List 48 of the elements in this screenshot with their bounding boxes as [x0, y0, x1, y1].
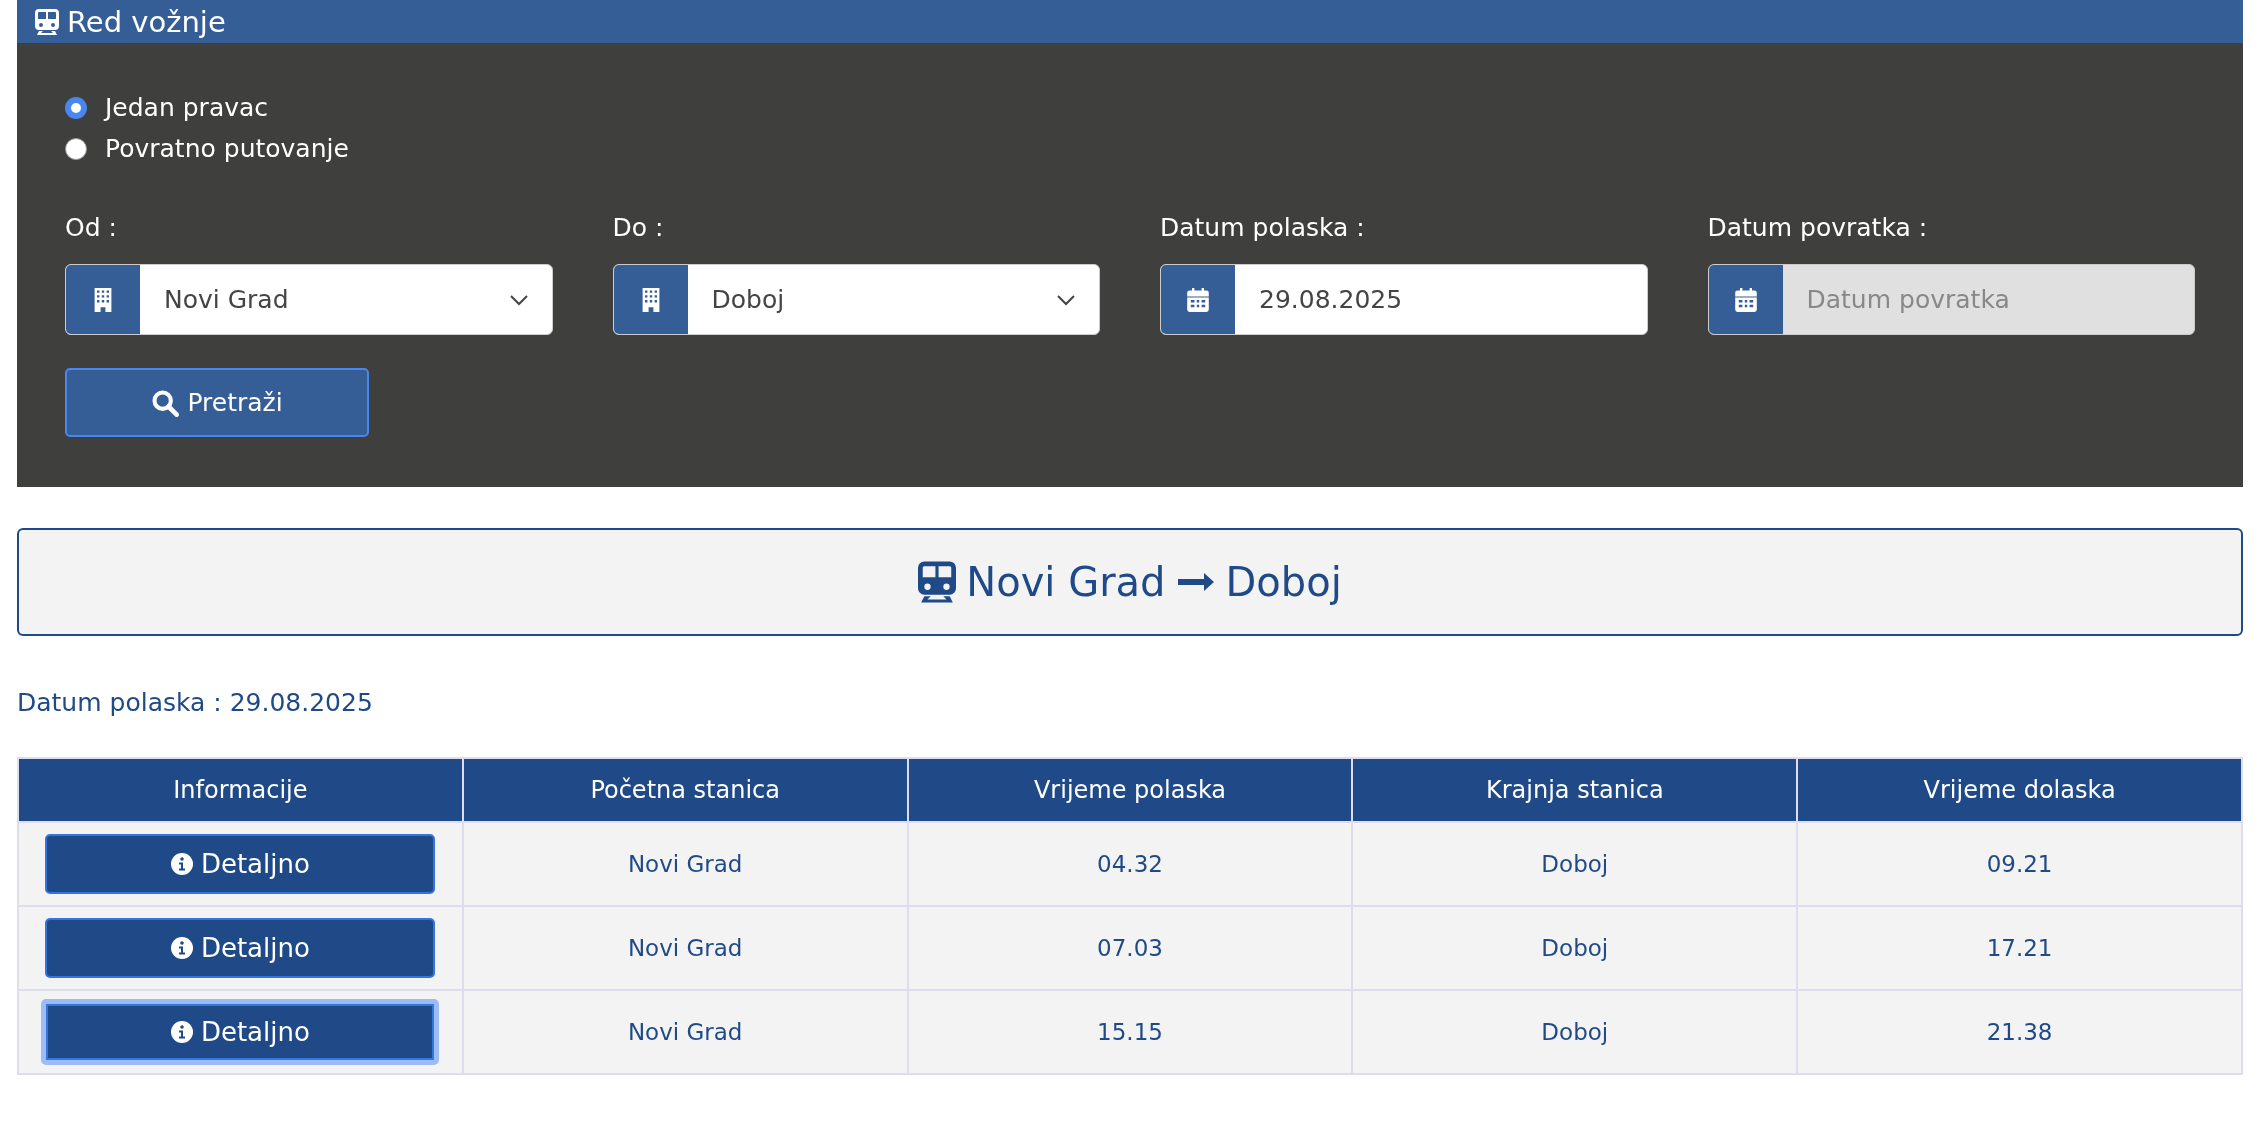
header-title: Red vožnje: [67, 4, 226, 39]
calendar-icon: [1187, 287, 1209, 312]
table-cell: Doboj: [1352, 906, 1798, 990]
table-cell: Novi Grad: [462, 906, 908, 990]
table-cell: Novi Grad: [462, 990, 908, 1074]
field-label: Do :: [612, 213, 665, 242]
table-cell: 21.38: [1797, 990, 2242, 1074]
table-cell: 17.21: [1797, 906, 2242, 990]
column-header: Vrijeme polaska: [907, 758, 1353, 822]
details-button[interactable]: Detaljno: [45, 834, 436, 894]
radio-button[interactable]: [65, 96, 87, 119]
column-header: Početna stanica: [462, 758, 908, 822]
radio-label[interactable]: Povratno putovanje: [105, 134, 349, 163]
info-icon: [170, 937, 193, 959]
details-button[interactable]: Detaljno: [45, 918, 436, 978]
search-icon: [151, 388, 180, 417]
building-icon: [92, 287, 114, 312]
table-cell: 09.21: [1797, 822, 2242, 906]
route-destination: Doboj: [1225, 559, 1342, 605]
train-icon: [918, 561, 957, 603]
departure-date-text: Datum polaska : 29.08.2025: [17, 688, 374, 717]
calendar-icon: [1734, 287, 1757, 312]
chevron-down-icon: [509, 293, 528, 306]
column-header: Krajnja stanica: [1352, 758, 1798, 822]
field-label: Datum povratka :: [1707, 213, 1929, 242]
table-cell: 15.15: [907, 990, 1353, 1074]
info-icon: [170, 853, 193, 875]
station-select[interactable]: Doboj: [612, 264, 1100, 335]
table-cell: Novi Grad: [462, 822, 908, 906]
arrow-right-icon: [1175, 571, 1216, 593]
route-origin: Novi Grad: [966, 559, 1166, 605]
column-header: Informacije: [18, 758, 463, 822]
train-icon: [35, 8, 59, 35]
chevron-down-icon: [1057, 293, 1075, 306]
details-button[interactable]: Detaljno: [41, 999, 440, 1065]
table-cell: 07.03: [907, 906, 1353, 990]
radio-button[interactable]: [65, 137, 87, 160]
column-header: Vrijeme dolaska: [1797, 758, 2242, 822]
info-icon: [170, 1021, 193, 1043]
table-cell: Doboj: [1352, 990, 1798, 1074]
field-label: Datum polaska :: [1160, 213, 1366, 242]
table-cell: 04.32: [907, 822, 1353, 906]
radio-label[interactable]: Jedan pravac: [105, 93, 269, 122]
date-field[interactable]: 29.08.2025: [1160, 264, 1648, 335]
station-select[interactable]: Novi Grad: [65, 264, 553, 335]
field-label: Od :: [65, 213, 118, 242]
table-cell: Doboj: [1352, 822, 1798, 906]
search-button[interactable]: Pretraži: [65, 368, 369, 437]
